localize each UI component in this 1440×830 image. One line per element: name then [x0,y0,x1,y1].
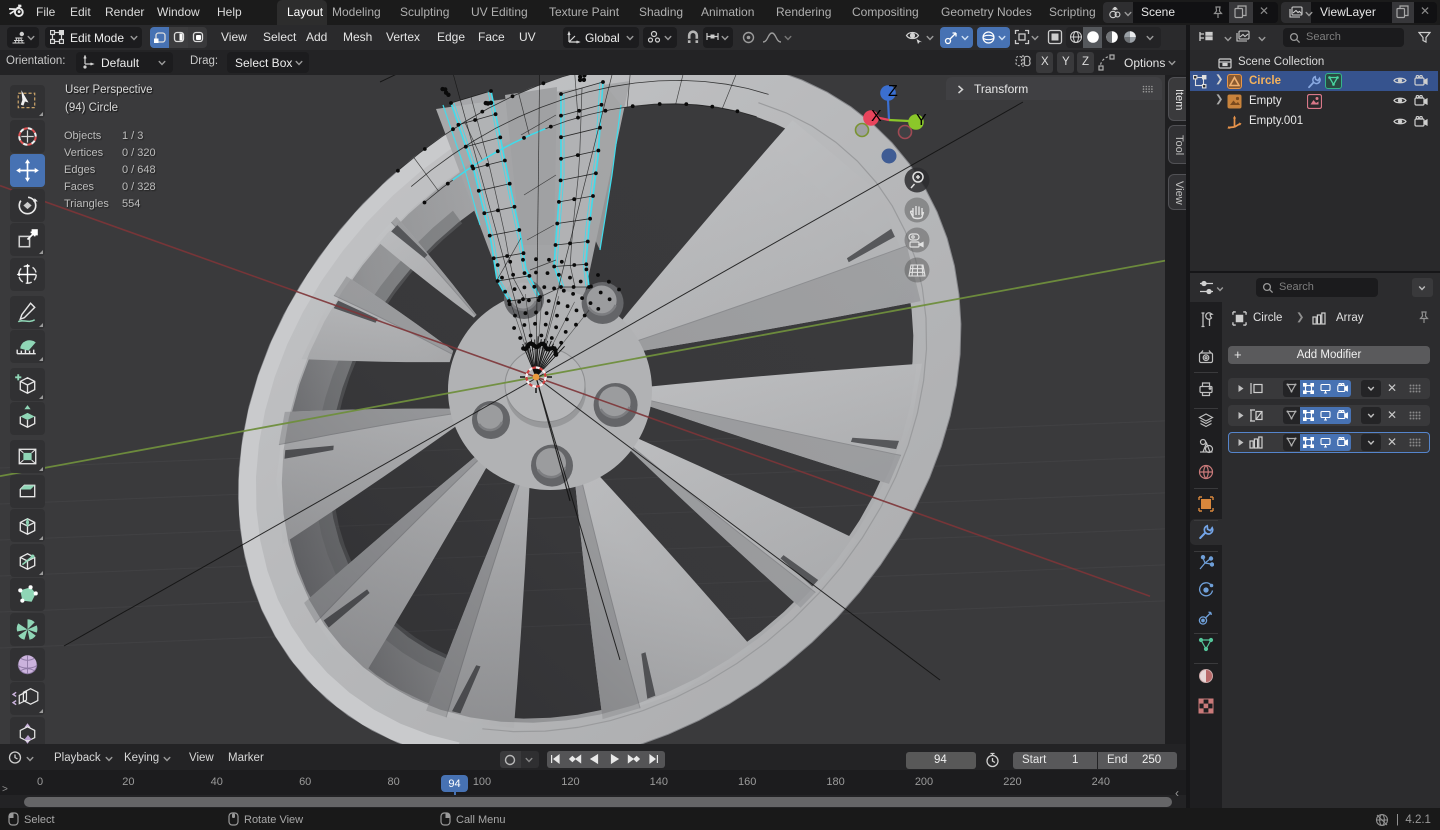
svg-text:X: X [871,108,882,125]
svg-text:Y: Y [916,112,927,129]
svg-text:Z: Z [888,83,898,100]
